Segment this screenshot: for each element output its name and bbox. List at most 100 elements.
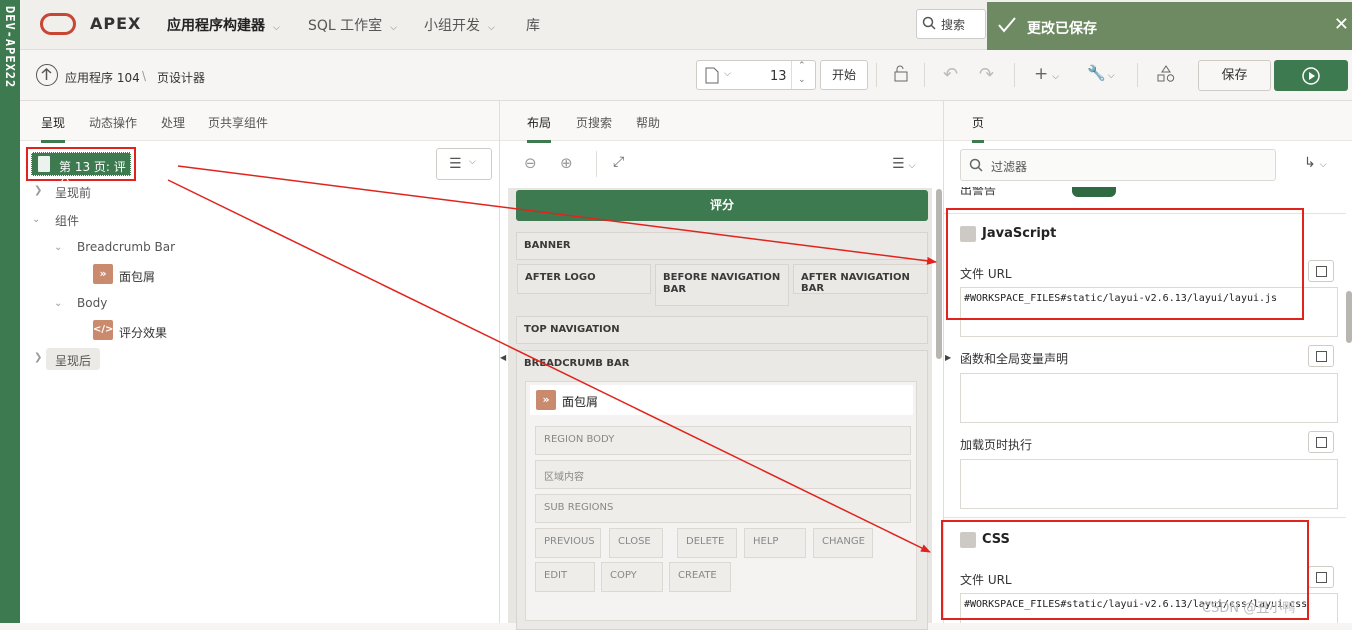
close-icon[interactable]: ✕ [1334,14,1349,35]
play-icon [1302,67,1320,85]
slot-create[interactable]: CREATE [669,562,731,592]
tab-page-search[interactable]: 页搜索 [576,114,612,131]
slot-close[interactable]: CLOSE [609,528,663,558]
decrement-icon[interactable]: ⌄ [798,75,806,85]
collapse-caret-icon[interactable]: ⌄ [54,242,62,253]
slot-after-navigation-bar[interactable]: AFTER NAVIGATION BAR [793,264,928,294]
tab-page[interactable]: 页 [972,114,985,143]
global-search-input[interactable]: 搜索 [916,9,986,39]
lock-icon[interactable] [893,65,909,86]
tree-node-pre-rendering[interactable]: 呈现前 [55,184,91,201]
page-selector[interactable]: ⌵ 13 ⌃ ⌄ [696,60,816,90]
tree-menu-button[interactable]: ☰ ⌵ [436,148,492,180]
go-to-group-icon[interactable]: ↳ ⌵ [1304,155,1327,171]
rendering-tree-pane: 呈现 动态操作 处理 页共享组件 第 13 页: 评分 ☰ ⌵ ❯ 呈现前 ⌄ … [20,101,500,623]
slot-copy[interactable]: COPY [601,562,663,592]
layout-scrollbar[interactable] [936,189,942,359]
zoom-in-icon[interactable]: ⊕ [560,154,573,172]
page-icon [38,156,50,172]
tab-processing[interactable]: 处理 [161,114,185,131]
tree-node-breadcrumb-bar[interactable]: Breadcrumb Bar [77,240,175,254]
property-scrollbar[interactable] [1346,291,1352,343]
expand-caret-icon[interactable]: ❯ [34,185,42,196]
expand-caret-icon[interactable]: ❯ [34,352,42,363]
apex-logo-text[interactable]: APEX [90,14,141,33]
checkmark-icon [998,17,1016,33]
tree-node-post-rendering[interactable]: 呈现后 [55,352,91,369]
tab-dynamic-actions[interactable]: 动态操作 [89,114,137,131]
success-toast: 更改已保存 ✕ [987,2,1352,50]
chevron-down-icon: ⌵ [724,69,731,79]
oracle-logo-icon[interactable] [40,13,76,35]
function-declaration-textarea[interactable] [960,373,1338,423]
nav-gallery[interactable]: 库 [526,15,540,35]
search-icon [969,158,983,172]
run-page-button[interactable] [1274,60,1348,91]
layout-canvas: 评分 BANNER AFTER LOGO BEFORE NAVIGATION B… [508,188,932,630]
slot-region-body[interactable]: REGION BODY [535,426,911,455]
shared-components-icon[interactable] [1157,65,1175,87]
tab-layout[interactable]: 布局 [527,114,552,143]
collapse-caret-icon[interactable]: ⌄ [32,214,40,225]
search-icon [922,16,936,30]
open-editor-icon[interactable] [1308,431,1334,453]
page-designer-toolbar: 应用程序 104 \ 页设计器 ⌵ 13 ⌃ ⌄ 开始 ↶ ↷ + ⌵ 🔧 ⌵ 保存 [20,50,1352,101]
execute-on-load-textarea[interactable] [960,459,1338,509]
tree-node-breadcrumb-region[interactable]: 面包屑 [119,268,155,285]
chevron-down-icon: ⌵ [488,23,495,33]
toggle-switch[interactable] [1072,187,1116,197]
nav-team-development[interactable]: 小组开发 ⌵ [424,15,495,35]
slot-change[interactable]: CHANGE [813,528,873,558]
annotation-box-css [941,520,1309,620]
slot-region-content[interactable]: 区域内容 [535,460,911,489]
open-editor-icon[interactable] [1308,260,1334,282]
tab-rendering[interactable]: 呈现 [41,114,66,143]
slot-edit[interactable]: EDIT [535,562,595,592]
chevron-down-icon: ⌵ [469,157,476,167]
tab-page-shared-components[interactable]: 页共享组件 [208,114,268,131]
breadcrumb-region-block[interactable]: » 面包屑 REGION BODY 区域内容 SUB REGIONS PREVI… [525,381,917,621]
collapse-caret-icon[interactable]: ⌄ [54,298,62,309]
slot-sub-regions[interactable]: SUB REGIONS [535,494,911,523]
increment-icon[interactable]: ⌃ [798,61,806,71]
save-button[interactable]: 保存 [1198,60,1271,91]
slot-help[interactable]: HELP [744,528,806,558]
tab-help[interactable]: 帮助 [636,114,660,131]
zoom-out-icon[interactable]: ⊖ [524,154,537,172]
hamburger-icon: ☰ [449,156,462,172]
open-editor-icon[interactable] [1308,345,1334,367]
page-number-field[interactable]: 13 [770,69,787,84]
tree-node-body[interactable]: Body [77,296,107,310]
chevron-down-icon: ⌵ [1107,71,1115,81]
breadcrumb-separator: \ [142,69,147,83]
undo-icon[interactable]: ↶ [943,64,958,85]
layout-menu-icon[interactable]: ☰ ⌵ [892,156,915,172]
page-tree-root[interactable]: 第 13 页: 评分 [26,147,136,191]
property-editor-pane: 页 过滤器 ↳ ⌵ 出警告 JavaScript 文件 URL #WORKSPAC… [941,101,1352,623]
slot-banner[interactable]: BANNER [516,232,928,260]
expand-diagonal-icon[interactable]: ⤢ [613,154,624,170]
page-icon [705,67,719,84]
slot-top-navigation[interactable]: TOP NAVIGATION [516,316,928,344]
slot-previous[interactable]: PREVIOUS [535,528,601,558]
go-button[interactable]: 开始 [820,60,868,90]
utilities-wrench-icon[interactable]: 🔧 ⌵ [1087,64,1115,82]
layout-page-title[interactable]: 评分 [516,190,928,221]
open-editor-icon[interactable] [1308,566,1334,588]
layout-pane: 布局 页搜索 帮助 ⊖ ⊕ ⤢ ☰ ⌵ ◀ 评分 BANNER AFTER LOG… [500,101,944,630]
slot-delete[interactable]: DELETE [677,528,737,558]
nav-sql-workshop[interactable]: SQL 工作室 ⌵ [308,15,397,35]
expand-caret-icon[interactable]: ▶ [945,353,951,362]
redo-icon[interactable]: ↷ [979,64,994,85]
breadcrumb-application[interactable]: 应用程序 104 [65,69,140,86]
tree-node-rating-region[interactable]: 评分效果 [119,324,167,341]
slot-before-navigation-bar[interactable]: BEFORE NAVIGATION BAR [655,264,789,306]
slot-after-logo[interactable]: AFTER LOGO [517,264,651,294]
up-arrow-icon[interactable] [36,64,58,86]
toast-message: 更改已保存 [1027,21,1097,37]
tree-node-components[interactable]: 组件 [55,212,79,229]
nav-app-builder[interactable]: 应用程序构建器 ⌵ [167,15,280,35]
property-filter-input[interactable]: 过滤器 [960,149,1276,181]
add-menu-button[interactable]: + ⌵ [1034,64,1059,84]
collapse-left-icon[interactable]: ◀ [500,353,506,362]
